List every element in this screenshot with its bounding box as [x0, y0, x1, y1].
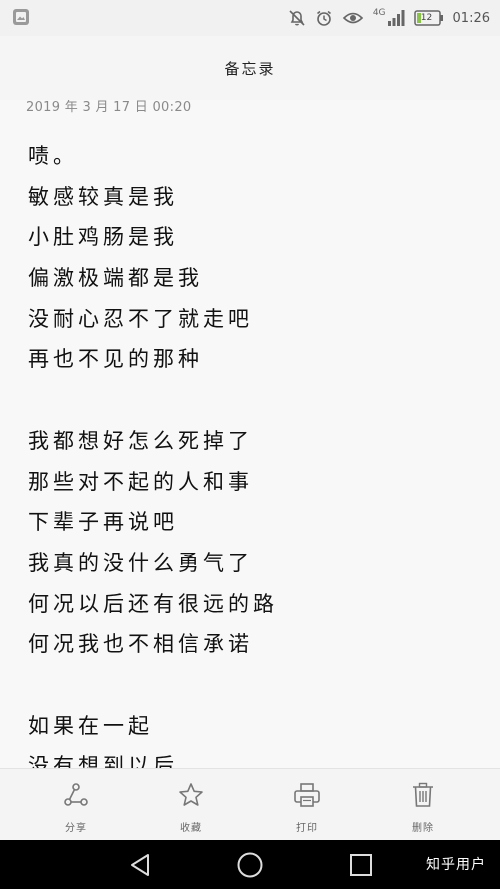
note-date: 2019 年 3 月 17 日 00:20 — [26, 100, 192, 115]
bottom-toolbar: 分享 收藏 打印 删除 — [0, 768, 500, 841]
back-triangle-icon[interactable] — [128, 852, 152, 882]
share-button[interactable]: 分享 — [36, 769, 116, 841]
delete-button[interactable]: 删除 — [383, 769, 463, 841]
mute-icon — [288, 9, 306, 27]
favorite-button[interactable]: 收藏 — [151, 769, 231, 841]
watermark: 知乎用户 — [426, 857, 486, 873]
share-label: 分享 — [65, 823, 87, 834]
note-line — [28, 665, 278, 706]
alarm-icon — [315, 9, 333, 27]
note-line: 何况我也不相信承诺 — [28, 632, 253, 657]
trash-icon — [413, 782, 433, 807]
status-bar: 4G 12 01:26 — [0, 0, 500, 36]
page-title: 备忘录 — [224, 59, 276, 78]
note-line: 如果在一起 — [28, 713, 153, 738]
app-header: 备忘录 — [0, 36, 500, 101]
clock: 01:26 — [452, 10, 490, 26]
note-line — [28, 380, 278, 421]
system-nav-bar: 知乎用户 — [0, 840, 500, 889]
printer-icon — [294, 783, 320, 807]
eye-comfort-icon — [342, 10, 364, 26]
note-line: 我真的没什么勇气了 — [28, 550, 253, 575]
note-line: 再也不见的那种 — [28, 347, 203, 372]
note-line: 没耐心忍不了就走吧 — [28, 306, 253, 331]
note-line: 何况以后还有很远的路 — [28, 591, 278, 616]
note-line: 下辈子再说吧 — [28, 510, 178, 535]
signal-icon — [387, 10, 405, 26]
note-line: 偏激极端都是我 — [28, 266, 203, 291]
print-button[interactable]: 打印 — [267, 769, 347, 841]
note-line: 小肚鸡肠是我 — [28, 225, 178, 250]
battery-level: 12 — [420, 13, 433, 23]
battery-icon: 12 — [413, 10, 444, 26]
gallery-icon — [12, 8, 30, 26]
note-line: 没有想到以后 — [28, 754, 178, 768]
note-line: 我都想好怎么死掉了 — [28, 428, 253, 453]
note-line: 敏感较真是我 — [28, 184, 178, 209]
recents-square-icon[interactable] — [348, 852, 374, 882]
note-line: 啧。 — [28, 144, 78, 168]
home-circle-icon[interactable] — [236, 852, 264, 882]
network-badge: 4G — [373, 9, 405, 26]
print-label: 打印 — [296, 823, 318, 834]
note-content[interactable]: 2019 年 3 月 17 日 00:20 啧。敏感较真是我 小肚鸡肠是我 偏激极端… — [0, 100, 500, 768]
note-line: 那些对不起的人和事 — [28, 469, 253, 494]
delete-label: 删除 — [412, 823, 434, 834]
share-icon — [64, 783, 88, 806]
favorite-label: 收藏 — [180, 823, 202, 834]
note-body[interactable]: 啧。敏感较真是我 小肚鸡肠是我 偏激极端都是我没耐心忍不了就走吧 再也不见的那种我都想… — [28, 136, 278, 768]
star-icon — [179, 783, 203, 806]
